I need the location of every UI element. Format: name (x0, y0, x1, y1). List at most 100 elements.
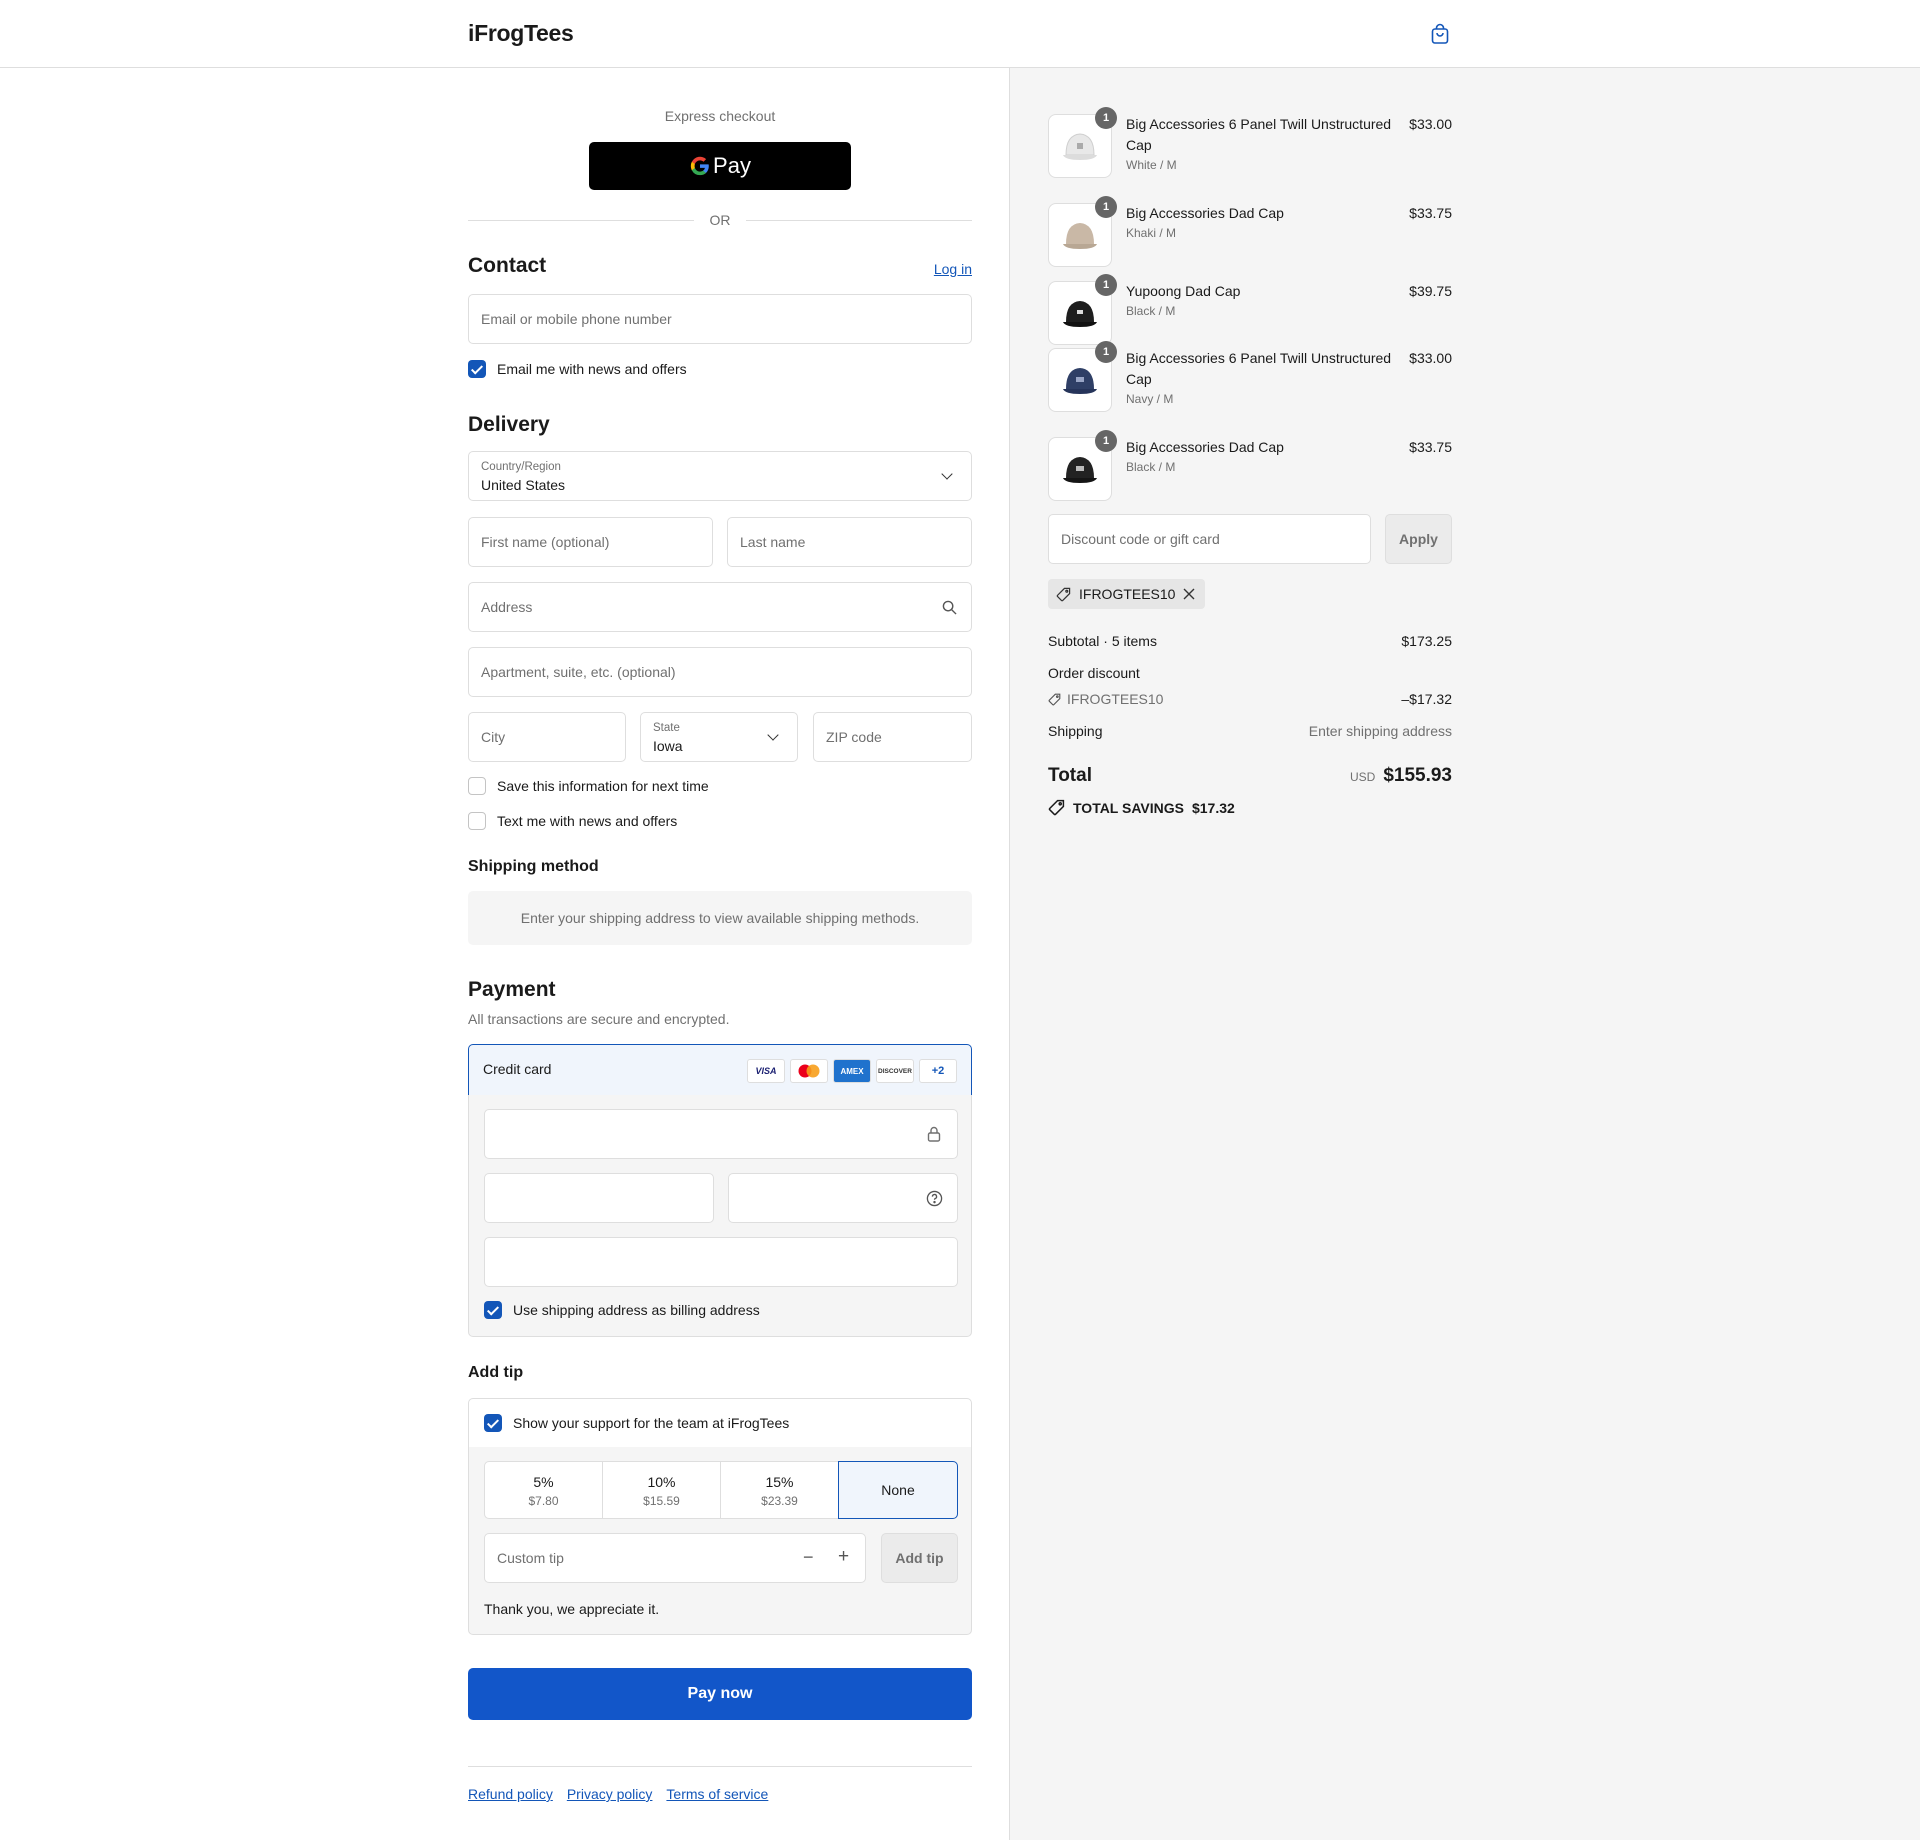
state-select[interactable]: State Iowa (640, 712, 798, 762)
tag-icon (1048, 799, 1065, 816)
tip-support-checkbox[interactable] (484, 1414, 502, 1432)
last-name-field[interactable]: Last name (727, 517, 972, 567)
or-label: OR (709, 212, 731, 228)
applied-code-label: IFROGTEES10 (1079, 586, 1176, 602)
email-news-checkbox[interactable] (468, 360, 486, 378)
quantity-badge: 1 (1095, 107, 1117, 129)
plus-icon[interactable]: + (838, 1546, 849, 1568)
billing-address-checkbox[interactable] (484, 1301, 502, 1319)
product-variant: Black / M (1126, 460, 1176, 474)
tag-icon (1056, 587, 1071, 601)
tip-option-10[interactable]: 10% $15.59 (602, 1461, 721, 1519)
apply-label: Apply (1399, 531, 1438, 547)
save-info-checkbox[interactable] (468, 777, 486, 795)
login-link[interactable]: Log in (934, 261, 972, 277)
payment-heading: Payment (468, 978, 556, 1001)
save-info-label: Save this information for next time (497, 778, 709, 794)
total-value: $155.93 (1383, 765, 1452, 786)
card-number-field[interactable] (484, 1109, 958, 1159)
product-variant: Black / M (1126, 304, 1176, 318)
product-name: Big Accessories Dad Cap (1126, 205, 1284, 221)
pay-now-button[interactable]: Pay now (468, 1668, 972, 1720)
search-icon (942, 600, 957, 615)
expiration-field[interactable] (484, 1173, 714, 1223)
product-variant: Navy / M (1126, 392, 1174, 406)
chevron-down-icon (767, 729, 779, 741)
city-placeholder: City (481, 729, 506, 745)
minus-icon[interactable]: − (803, 1547, 814, 1568)
product-price: $33.75 (1409, 439, 1452, 455)
add-tip-button[interactable]: Add tip (881, 1533, 958, 1583)
store-logo[interactable]: iFrogTees (468, 20, 574, 47)
apartment-field[interactable]: Apartment, suite, etc. (optional) (468, 647, 972, 697)
tip-amount: $23.39 (761, 1494, 798, 1508)
text-me-checkbox[interactable] (468, 812, 486, 830)
google-g-icon (690, 156, 709, 176)
product-price: $39.75 (1409, 283, 1452, 299)
custom-tip-field[interactable]: Custom tip − + (484, 1533, 866, 1583)
credit-card-option[interactable]: Credit card VISA AMEX DISCOVER +2 (468, 1044, 972, 1096)
tip-option-15[interactable]: 15% $23.39 (720, 1461, 839, 1519)
add-tip-label: Add tip (895, 1550, 944, 1566)
tip-option-none[interactable]: None (838, 1461, 958, 1519)
quantity-badge: 1 (1095, 430, 1117, 452)
subtotal-value: $173.25 (1401, 633, 1452, 649)
last-name-placeholder: Last name (740, 534, 806, 550)
help-icon[interactable] (926, 1190, 943, 1207)
email-field[interactable]: Email or mobile phone number (468, 294, 972, 344)
shipping-value: Enter shipping address (1308, 723, 1452, 739)
discover-icon: DISCOVER (876, 1059, 914, 1083)
total-label: Total (1048, 765, 1092, 786)
visa-icon: VISA (747, 1059, 785, 1083)
subtotal-label: Subtotal · 5 items (1048, 633, 1157, 649)
footer-links: Refund policy Privacy policy Terms of se… (468, 1786, 768, 1802)
first-name-placeholder: First name (optional) (481, 534, 610, 550)
shopping-bag-icon[interactable] (1428, 22, 1452, 46)
refund-policy-link[interactable]: Refund policy (468, 1786, 553, 1802)
credit-card-form: Use shipping address as billing address (468, 1095, 972, 1337)
tip-amount: $15.59 (643, 1494, 680, 1508)
shipping-method-message: Enter your shipping address to view avai… (520, 910, 920, 926)
google-pay-button[interactable]: Pay (589, 142, 851, 190)
address-field[interactable]: Address (468, 582, 972, 632)
name-on-card-field[interactable] (484, 1237, 958, 1287)
product-price: $33.00 (1409, 350, 1452, 366)
shipping-method-notice: Enter your shipping address to view avai… (468, 891, 972, 945)
applied-discount-chip: IFROGTEES10 (1048, 579, 1206, 609)
divider-line (468, 220, 694, 221)
discount-placeholder: Discount code or gift card (1061, 531, 1220, 547)
total-savings-value: $17.32 (1191, 799, 1235, 816)
total-savings-row: TOTAL SAVINGS $17.32 (1048, 799, 1235, 816)
express-checkout-label: Express checkout (664, 108, 776, 124)
discount-code-field[interactable]: Discount code or gift card (1048, 514, 1371, 564)
tag-icon (1048, 693, 1061, 705)
country-select[interactable]: Country/Region United States (468, 451, 972, 501)
state-value: Iowa (653, 738, 683, 754)
order-discount-label: Order discount (1048, 665, 1140, 681)
more-cards-badge: +2 (919, 1059, 957, 1083)
address-placeholder: Address (481, 599, 533, 615)
close-icon[interactable] (1183, 588, 1195, 600)
zip-field[interactable]: ZIP code (813, 712, 972, 762)
first-name-field[interactable]: First name (optional) (468, 517, 713, 567)
security-code-field[interactable] (728, 1173, 958, 1223)
tip-options-panel: 5% $7.80 10% $15.59 15% $23.39 None Cust… (468, 1447, 972, 1635)
tip-thanks-message: Thank you, we appreciate it. (484, 1601, 660, 1617)
email-placeholder: Email or mobile phone number (481, 311, 672, 327)
product-name: Big Accessories 6 Panel Twill Unstructur… (1126, 350, 1392, 387)
terms-of-service-link[interactable]: Terms of service (666, 1786, 768, 1802)
tip-support-label: Show your support for the team at iFrogT… (513, 1415, 790, 1431)
apartment-placeholder: Apartment, suite, etc. (optional) (481, 664, 676, 680)
privacy-policy-link[interactable]: Privacy policy (567, 1786, 653, 1802)
delivery-heading: Delivery (468, 413, 550, 436)
tip-option-5[interactable]: 5% $7.80 (484, 1461, 603, 1519)
city-field[interactable]: City (468, 712, 626, 762)
add-tip-heading: Add tip (468, 1364, 524, 1381)
tip-support-row: Show your support for the team at iFrogT… (468, 1398, 972, 1448)
product-name: Big Accessories Dad Cap (1126, 439, 1284, 455)
apply-discount-button[interactable]: Apply (1385, 514, 1452, 564)
discount-code-row: IFROGTEES10 (1048, 691, 1163, 707)
discount-value: –$17.32 (1401, 691, 1452, 707)
product-price: $33.75 (1409, 205, 1452, 221)
email-news-label: Email me with news and offers (497, 361, 687, 377)
